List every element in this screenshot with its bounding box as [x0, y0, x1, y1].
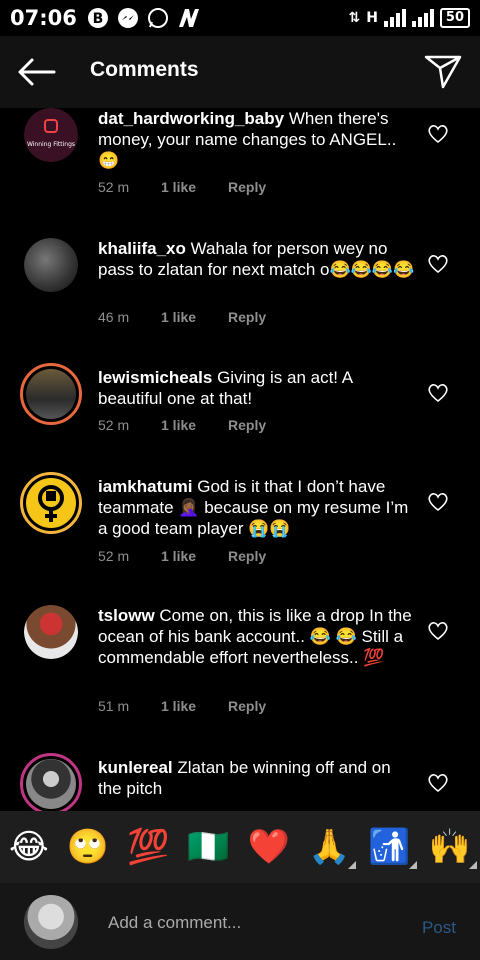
heart-icon[interactable] [427, 773, 449, 793]
network-type: H [366, 10, 378, 26]
comment-username[interactable]: lewismicheals [98, 368, 212, 387]
emoji-raised-hands[interactable]: 🙌 [429, 827, 478, 869]
svg-text:B: B [93, 11, 104, 27]
comment-meta: 46 m 1 like Reply [98, 309, 266, 325]
signal-icon-2 [411, 9, 434, 27]
comment-likes[interactable]: 1 like [161, 548, 228, 564]
comment-time: 46 m [98, 309, 130, 325]
comment-time: 52 m [98, 179, 130, 195]
comment-username[interactable]: tsloww [98, 606, 155, 625]
comment-time: 51 m [98, 698, 130, 714]
emoji-litter[interactable]: 🚮 [368, 827, 417, 869]
n-app-icon [177, 7, 199, 29]
post-button[interactable]: Post [422, 918, 456, 938]
comment-meta: 51 m 1 like Reply [98, 698, 266, 714]
battery-level: 50 [439, 8, 470, 28]
avatar-story-ring[interactable] [20, 753, 82, 811]
avatar[interactable] [24, 238, 78, 292]
heart-icon[interactable] [427, 492, 449, 512]
comment-username[interactable]: dat_hardworking_baby [98, 109, 284, 128]
comment-likes[interactable]: 1 like [161, 417, 228, 433]
avatar-story-ring[interactable] [20, 472, 82, 534]
comment-text: kunlereal Zlatan be winning off and on t… [98, 757, 418, 799]
signal-icon [383, 9, 406, 27]
heart-icon[interactable] [427, 124, 449, 144]
comment-meta: 52 m 1 like Reply [98, 179, 266, 195]
comment-text: dat_hardworking_baby When there's money,… [98, 108, 418, 171]
comment-meta: 52 m 1 like Reply [98, 417, 266, 433]
comment-text: tsloww Come on, this is like a drop In t… [98, 605, 418, 668]
comment-text: iamkhatumi God is it that I don’t have t… [98, 476, 418, 539]
comment-time: 52 m [98, 548, 130, 564]
send-icon[interactable] [424, 52, 462, 90]
comment-time: 52 m [98, 417, 130, 433]
back-arrow-icon[interactable] [16, 56, 56, 88]
heart-icon[interactable] [427, 621, 449, 641]
avatar[interactable]: Winning Fittings [24, 108, 78, 162]
reply-button[interactable]: Reply [228, 309, 266, 325]
comment-meta: 52 m 1 like Reply [98, 548, 266, 564]
avatar-story-ring[interactable] [20, 363, 82, 425]
comment-text: lewismicheals Giving is an act! A beauti… [98, 367, 418, 409]
heart-icon[interactable] [427, 254, 449, 274]
status-bar: 07:06 B ⇅ H 50 [0, 0, 480, 36]
avatar[interactable] [24, 605, 78, 659]
page-title: Comments [90, 58, 199, 81]
comment-likes[interactable]: 1 like [161, 309, 228, 325]
emoji-quick-bar: 😂 🙄 💯 🇳🇬 ❤️ 🙏 🚮 🙌 [0, 811, 480, 883]
reply-button[interactable]: Reply [228, 417, 266, 433]
reply-button[interactable]: Reply [228, 698, 266, 714]
emoji-nigeria-flag[interactable]: 🇳🇬 [187, 827, 229, 867]
comment-composer: Add a comment... Post [0, 883, 480, 960]
comment-text: khaliifa_xo Wahala for person wey no pas… [98, 238, 418, 280]
my-avatar [24, 895, 78, 949]
reply-button[interactable]: Reply [228, 179, 266, 195]
whatsapp-icon [147, 7, 169, 29]
comment-likes[interactable]: 1 like [161, 698, 228, 714]
header-bar: Comments [0, 36, 480, 108]
comment-likes[interactable]: 1 like [161, 179, 228, 195]
avatar-label: Winning Fittings [27, 141, 75, 148]
comment-username[interactable]: khaliifa_xo [98, 239, 186, 258]
emoji-hundred[interactable]: 💯 [127, 827, 169, 867]
emoji-eye-roll[interactable]: 🙄 [67, 827, 109, 867]
reply-button[interactable]: Reply [228, 548, 266, 564]
data-arrows-icon: ⇅ [348, 10, 361, 26]
comment-username[interactable]: iamkhatumi [98, 477, 192, 496]
comment-input[interactable]: Add a comment... [108, 913, 241, 933]
comment-username[interactable]: kunlereal [98, 758, 173, 777]
clock: 07:06 [10, 6, 77, 30]
b-app-icon: B [87, 7, 109, 29]
emoji-joy[interactable]: 😂 [9, 827, 49, 867]
comment-list[interactable]: Winning Fittings dat_hardworking_baby Wh… [0, 108, 480, 811]
emoji-heart[interactable]: ❤️ [248, 827, 290, 867]
system-indicators: ⇅ H 50 [348, 8, 470, 28]
messenger-icon [117, 7, 139, 29]
emoji-pray[interactable]: 🙏 [308, 827, 357, 869]
heart-icon[interactable] [427, 383, 449, 403]
